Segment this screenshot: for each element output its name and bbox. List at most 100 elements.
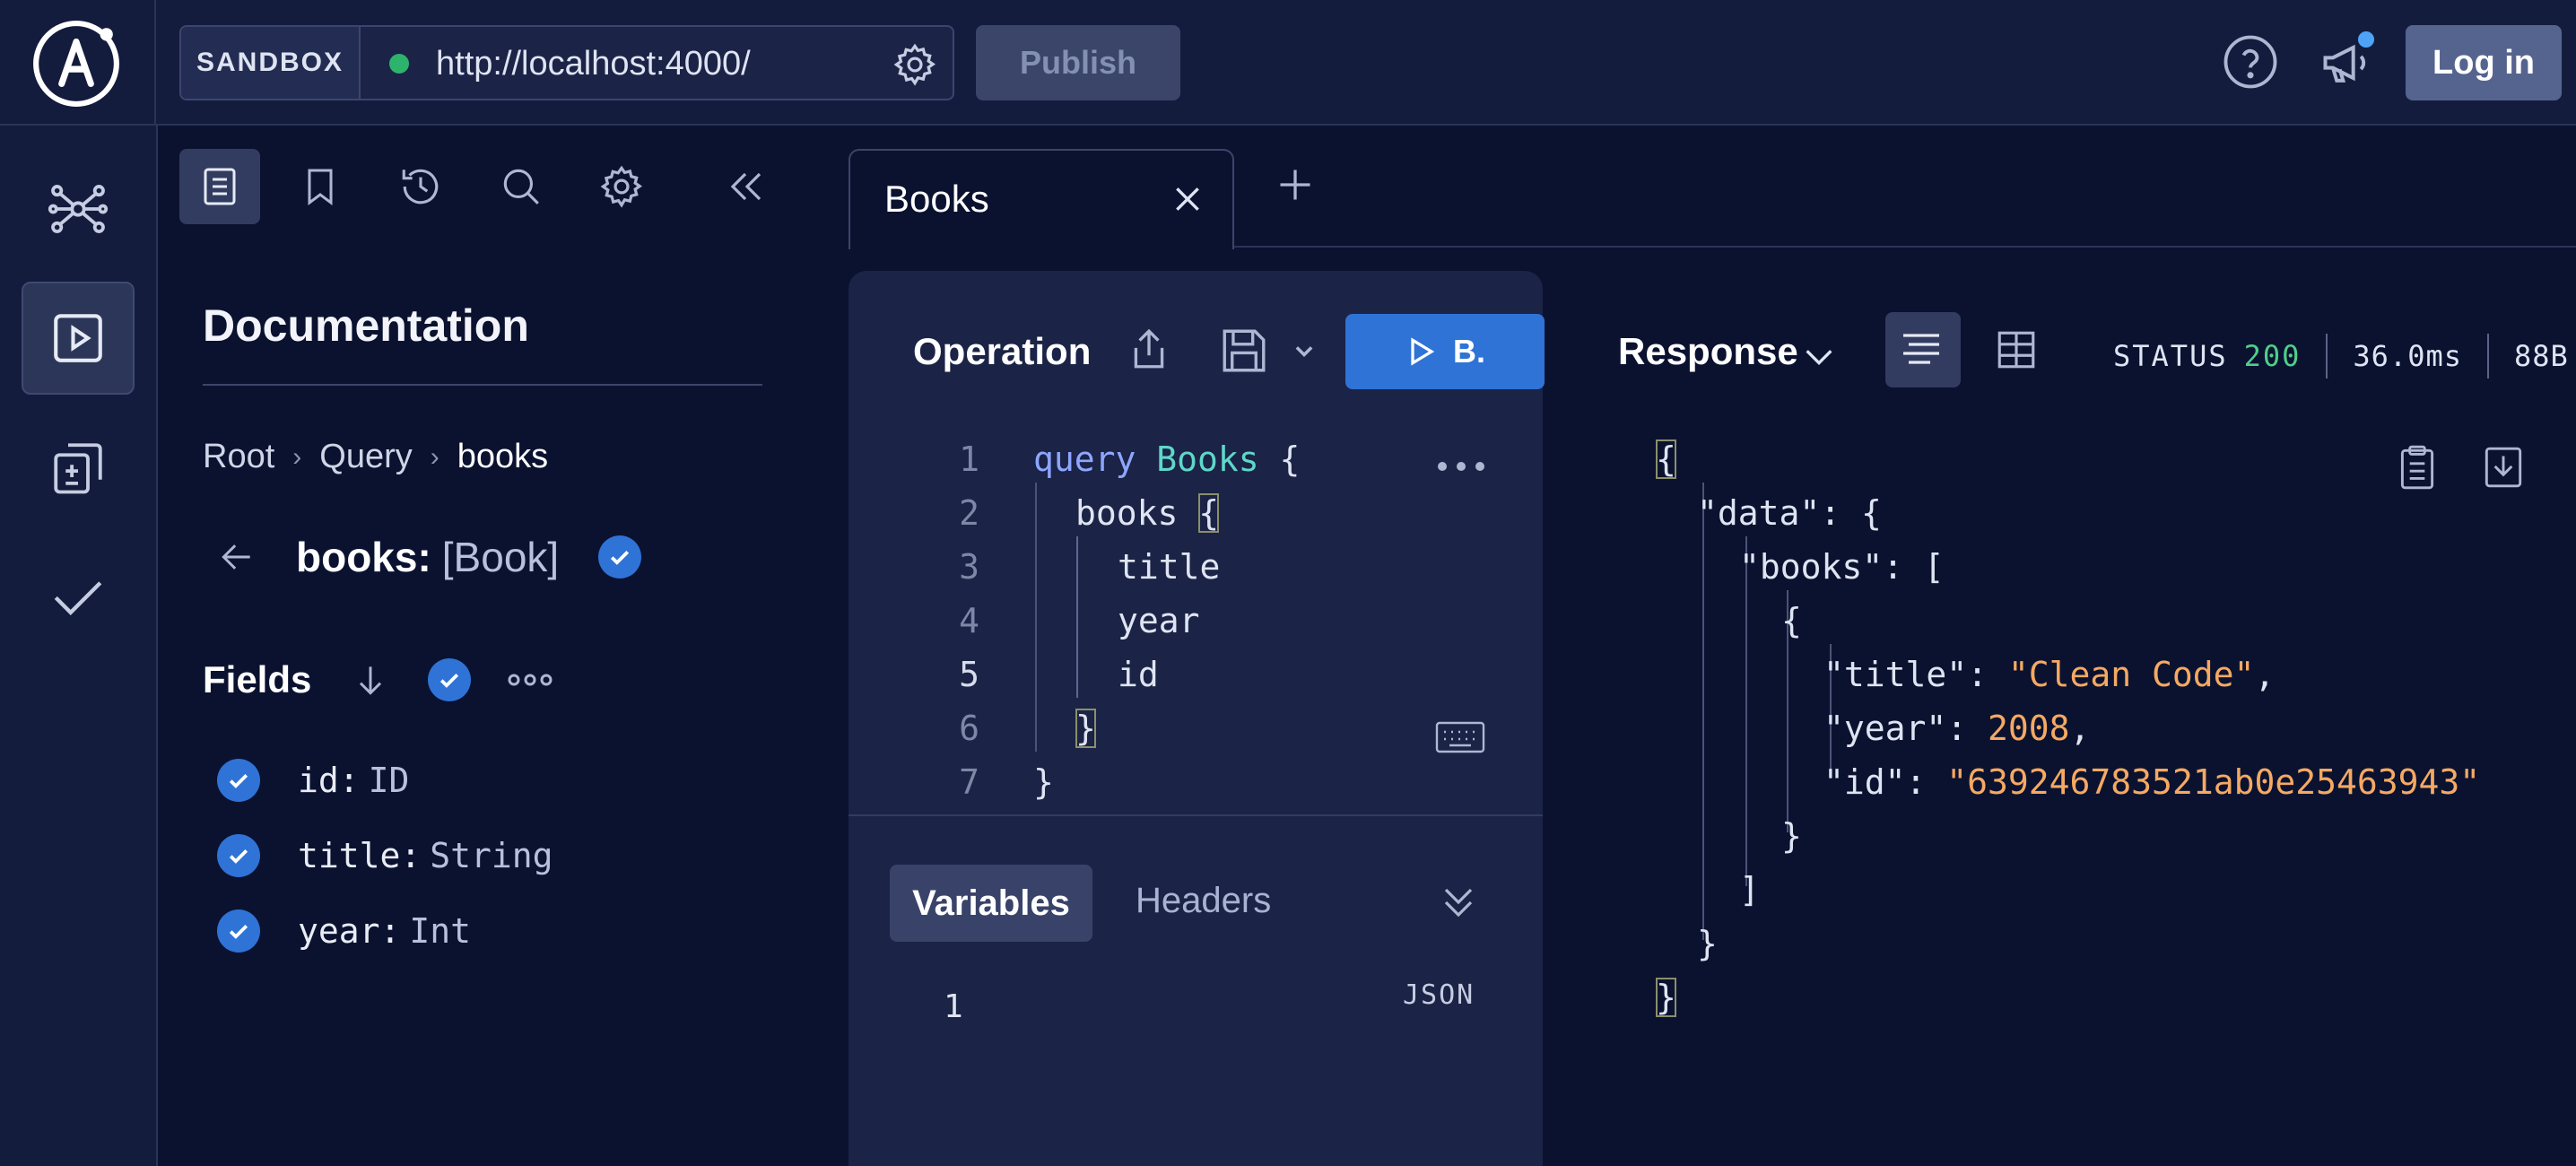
field-row-year[interactable]: year: Int [217,909,471,953]
line-number: 3 [959,547,979,587]
status-label: STATUS [2113,339,2228,373]
fields-header: Fields [203,658,553,701]
breadcrumb-root[interactable]: Root [203,438,274,476]
json-brace: { [1656,439,1676,479]
endpoint-url-input[interactable]: http://localhost:4000/ [436,45,751,83]
code-brace: } [1033,762,1054,802]
chevron-down-icon[interactable] [1801,339,1837,375]
tab-variables[interactable]: Variables [890,865,1092,942]
tab-label: Books [884,178,989,220]
json-brace: } [1697,924,1718,963]
collapse-down-icon[interactable] [1437,881,1480,924]
bookmark-icon[interactable] [280,149,361,224]
breadcrumb-query[interactable]: Query [319,438,412,476]
chevron-right-icon: › [430,441,439,472]
indent-guide [1035,483,1037,752]
field-type[interactable]: [Book] [442,533,559,581]
line-number: 1 [944,988,963,1025]
settings-icon[interactable] [581,149,662,224]
field-checkbox[interactable] [217,834,260,877]
breadcrumb-current: books [457,438,549,475]
apollo-logo-icon [33,21,119,107]
more-options-icon[interactable] [507,671,553,689]
operation-title: Operation [913,330,1092,372]
document-icon[interactable] [179,149,260,224]
field-type-label[interactable]: ID [369,761,410,800]
diff-icon[interactable] [22,411,135,524]
field-checkbox[interactable] [217,909,260,953]
field-row-title[interactable]: title: String [217,834,553,877]
publish-button[interactable]: Publish [976,25,1180,100]
code-line: query Books { [1033,439,1300,479]
run-button-label: B. [1453,333,1485,370]
code-brace: { [1198,493,1220,533]
endpoint-url-bar[interactable]: SANDBOX http://localhost:4000/ [179,25,954,100]
json-key: "books": [ [1739,547,1945,587]
field-row-id[interactable]: id: ID [217,759,409,802]
indent-guide [1702,483,1704,940]
close-icon[interactable] [1170,181,1205,217]
json-comma: , [2069,709,2091,748]
connection-settings-icon[interactable] [892,41,938,88]
field-checkbox[interactable] [217,759,260,802]
field-type-label[interactable]: String [430,836,553,875]
apollo-logo[interactable] [0,0,156,126]
top-bar: SANDBOX http://localhost:4000/ Publish L… [0,0,2576,126]
field-selected-checkbox[interactable] [598,535,642,579]
list-view-icon[interactable] [1885,312,1961,387]
response-title[interactable]: Response [1618,330,1798,373]
breadcrumb: Root › Query › books [203,438,548,476]
divider [203,384,762,386]
chevron-down-icon[interactable] [1292,339,1317,364]
divider [849,814,1543,816]
select-all-checkbox[interactable] [428,658,472,701]
help-icon[interactable] [2221,32,2280,91]
fields-label: Fields [203,658,312,700]
back-arrow-icon[interactable] [217,537,257,577]
json-key: "id": [1823,762,1947,802]
search-icon[interactable] [481,149,561,224]
json-line-title: "title": "Clean Code", [1823,655,2275,694]
json-brace: { [1781,601,1802,640]
operation-tabs: Books [849,126,2576,249]
line-number: 5 [959,655,979,694]
query-editor[interactable]: 1 2 3 4 5 6 7 query Books { books { titl… [849,429,1543,814]
login-button[interactable]: Log in [2406,25,2562,100]
line-number: 1 [959,439,979,479]
play-icon [1411,337,1435,366]
code-field: books [1075,493,1179,533]
tab-headers[interactable]: Headers [1136,881,1271,921]
copy-icon[interactable] [2395,443,2440,492]
collapse-left-icon[interactable] [705,149,786,224]
indent-guide [1745,536,1747,886]
keyboard-shortcuts-icon[interactable] [1435,721,1485,753]
add-tab-icon[interactable] [1275,165,1315,204]
save-icon[interactable] [1218,325,1270,377]
history-icon[interactable] [380,149,461,224]
json-key: "data": { [1697,493,1882,533]
nav-rail [0,126,158,1166]
field-type-label[interactable]: Int [409,911,471,951]
line-number: 7 [959,762,979,802]
share-icon[interactable] [1127,325,1171,375]
tab-books[interactable]: Books [849,149,1234,249]
checks-icon[interactable] [22,540,135,653]
table-view-icon[interactable] [1979,312,2054,387]
more-options-icon[interactable] [1435,457,1487,475]
line-number: 4 [959,601,979,640]
response-size: 88B [2513,339,2569,373]
download-icon[interactable] [2481,443,2526,492]
schema-icon[interactable] [22,152,135,265]
json-key: "title": [1823,655,2008,694]
line-number: 6 [959,709,979,748]
code-operation-name: Books [1156,439,1259,479]
operation-panel: Operation B. 1 2 3 4 5 6 7 query Books {… [849,271,1545,1166]
sort-down-icon[interactable] [351,660,390,700]
docs-toolbar [158,126,849,246]
json-line-id: "id": "639246783521ab0e25463943" [1823,762,2480,802]
json-comma: , [2254,655,2276,694]
code-line: } [1075,709,1096,748]
run-operation-button[interactable]: B. [1345,314,1545,389]
explorer-icon[interactable] [22,282,135,395]
indent-guide [1076,536,1078,698]
